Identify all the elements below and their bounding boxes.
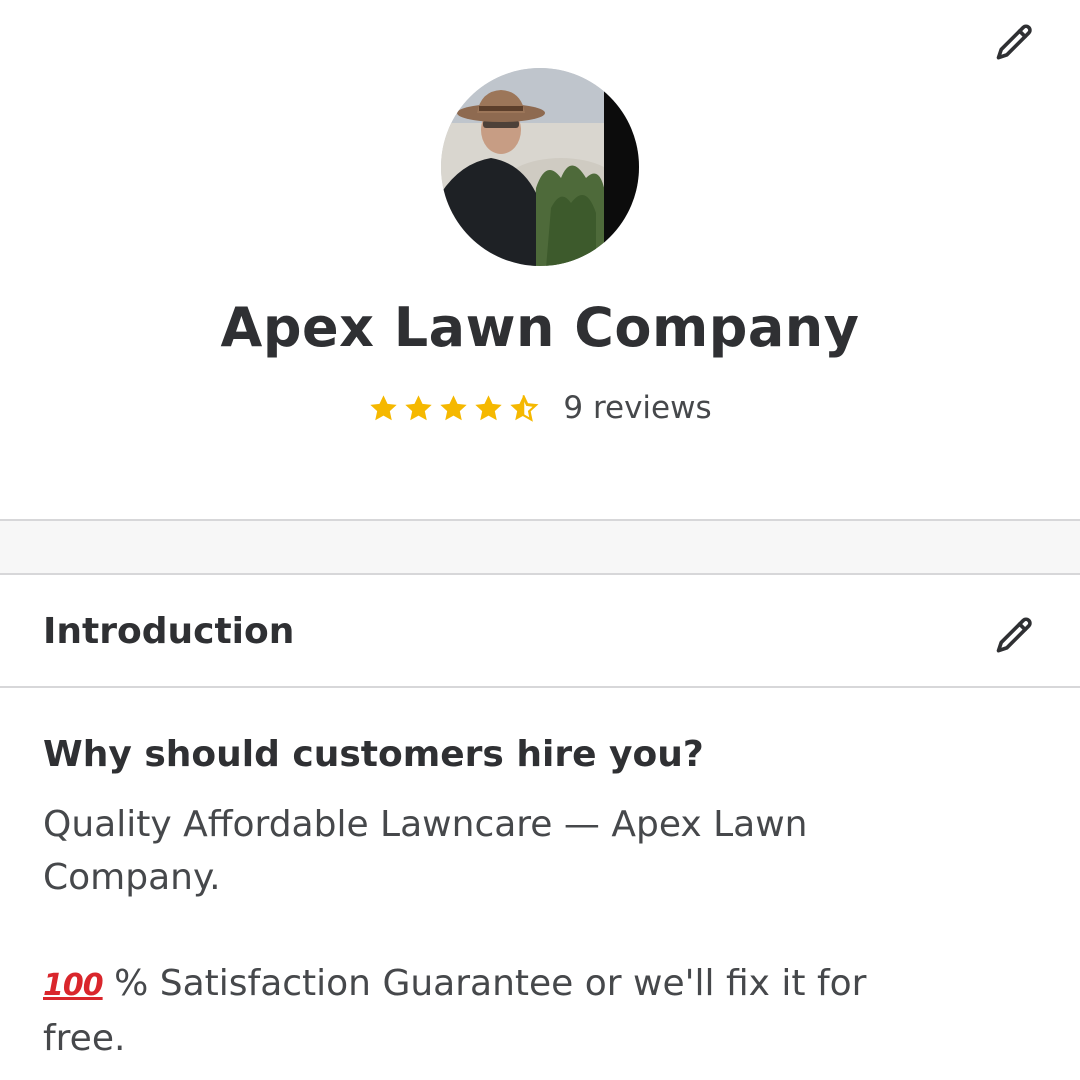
section-divider bbox=[0, 519, 1080, 575]
guarantee-label: % Satisfaction Guarantee or we'll fix it… bbox=[43, 963, 867, 1059]
reviews-count-link[interactable]: 9 reviews bbox=[563, 390, 711, 426]
star-rating bbox=[368, 393, 539, 424]
answer-text: Quality Affordable Lawncare — Apex Lawn … bbox=[43, 804, 808, 898]
rating-summary[interactable]: 9 reviews bbox=[0, 390, 1080, 426]
edit-profile-button[interactable] bbox=[990, 18, 1040, 68]
star-icon bbox=[405, 394, 433, 420]
star-icon bbox=[370, 394, 398, 420]
star-icon bbox=[440, 394, 468, 420]
half-star-icon bbox=[510, 394, 539, 422]
profile-photo bbox=[441, 68, 639, 266]
star-icon bbox=[475, 394, 503, 420]
introduction-header: Introduction bbox=[0, 573, 1080, 688]
avatar[interactable] bbox=[441, 68, 639, 266]
intro-answer: Quality Affordable Lawncare — Apex Lawn … bbox=[43, 798, 903, 1065]
intro-question: Why should customers hire you? bbox=[43, 734, 704, 775]
profile-page: Apex Lawn Company 9 reviews Introduction… bbox=[0, 0, 1080, 1080]
hundred-points-icon: 100 bbox=[43, 968, 104, 1003]
edit-introduction-button[interactable] bbox=[990, 611, 1040, 661]
section-title: Introduction bbox=[43, 611, 295, 652]
pencil-icon bbox=[996, 24, 1032, 60]
business-name: Apex Lawn Company bbox=[220, 296, 860, 359]
pencil-icon bbox=[996, 617, 1032, 653]
guarantee-text: 100 % Satisfaction Guarantee or we'll fi… bbox=[43, 957, 903, 1065]
